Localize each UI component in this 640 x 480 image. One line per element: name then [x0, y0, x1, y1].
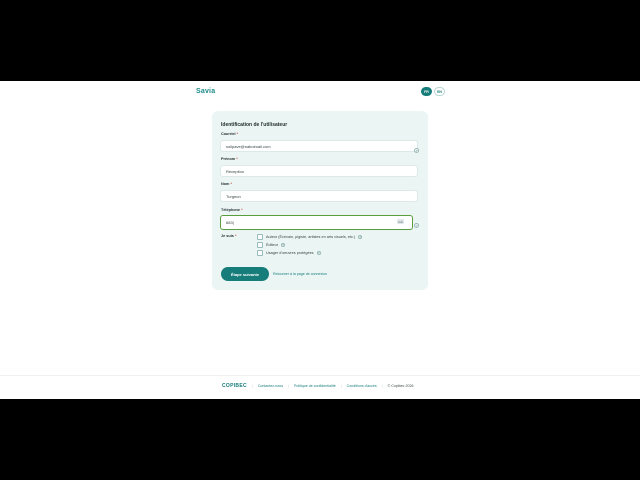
role-option-user[interactable]: Usager d'oeuvres protégées ?	[257, 250, 321, 256]
info-icon[interactable]: ?	[358, 235, 363, 239]
role-option-editor[interactable]: Éditeur ?	[257, 242, 286, 248]
info-icon[interactable]: ?	[316, 251, 321, 255]
divider: |	[288, 384, 289, 388]
checkbox[interactable]	[257, 242, 263, 248]
identification-card: Identification de l'utilisateur Courriel…	[212, 111, 428, 290]
lang-en-button[interactable]: EN	[434, 87, 445, 96]
copibec-logo[interactable]: COPIBEC	[222, 383, 247, 389]
help-icon[interactable]: ?	[414, 223, 419, 228]
firstname-label: Prénom *	[221, 157, 238, 161]
phone-label: Téléphone *	[221, 208, 243, 212]
phone-value: 683|	[226, 220, 234, 225]
phone-field[interactable]: 683| CA	[220, 215, 413, 230]
next-step-button[interactable]: Étape suivante	[221, 267, 269, 281]
lang-fr-button[interactable]: FR	[421, 87, 432, 96]
option-label: Auteur (Écrivain, pigiste, artistes en a…	[266, 235, 356, 239]
email-field[interactable]: sollpave@naboimail.com	[220, 140, 418, 152]
footer-link-terms[interactable]: Conditions d'accès	[347, 384, 377, 388]
divider: |	[381, 384, 383, 388]
form-title: Identification de l'utilisateur	[221, 122, 288, 128]
brand-logo[interactable]: Savia	[196, 88, 215, 95]
email-label: Courriel *	[221, 132, 239, 136]
info-icon[interactable]: ?	[281, 243, 286, 247]
option-label: Éditeur	[266, 243, 279, 247]
firstname-field[interactable]: Reception	[220, 165, 418, 177]
checkbox[interactable]	[257, 250, 263, 256]
checkbox[interactable]	[257, 234, 263, 240]
language-switcher: FR EN	[421, 87, 445, 96]
divider: |	[251, 384, 253, 388]
page: Savia FR EN Identification de l'utilisat…	[0, 81, 640, 399]
lastname-label: Nom *	[221, 182, 232, 186]
back-to-login-link[interactable]: Retourner à la page de connexion	[273, 272, 327, 276]
help-icon[interactable]: ?	[414, 148, 419, 153]
role-label: Je suis *	[221, 234, 237, 238]
footer-link-contact[interactable]: Contactez-nous	[258, 384, 283, 388]
option-label: Usager d'oeuvres protégées	[266, 251, 314, 255]
divider: |	[340, 384, 342, 388]
footer: COPIBEC | Contactez-nous | Politique de …	[222, 383, 413, 389]
footer-divider	[0, 375, 640, 376]
copyright: © Copibec 2026	[387, 384, 414, 388]
lastname-field[interactable]: Turgeon	[220, 190, 418, 202]
footer-link-privacy[interactable]: Politique de confidentialité	[294, 384, 336, 388]
role-option-author[interactable]: Auteur (Écrivain, pigiste, artistes en a…	[257, 234, 363, 240]
country-flag-icon[interactable]: CA	[397, 219, 404, 224]
